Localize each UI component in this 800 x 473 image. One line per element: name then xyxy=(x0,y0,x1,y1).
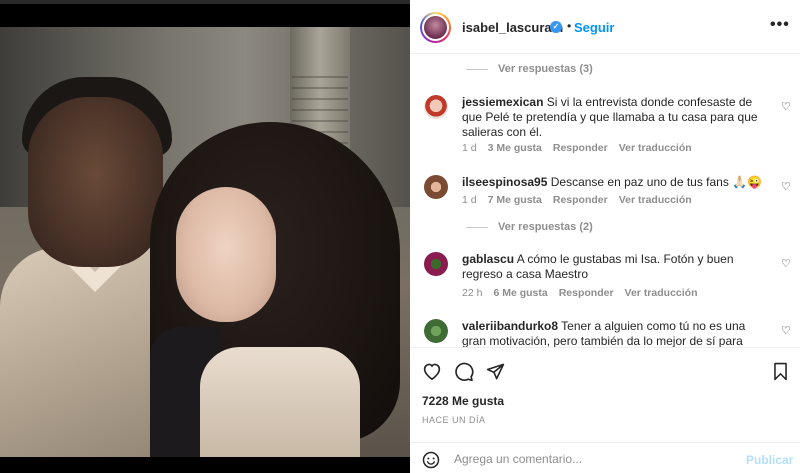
photo-man-face xyxy=(28,97,163,267)
like-comment-heart-icon[interactable]: ♡ xyxy=(781,100,791,113)
comment-time: 1 d xyxy=(462,194,477,206)
comment-meta: 1 d 3 Me gusta Responder Ver traducción xyxy=(462,142,692,154)
replies-line xyxy=(466,226,488,228)
comment-body: Descanse en paz uno de tus fans 🙏🏻😜 xyxy=(550,175,763,189)
post-header: isabel_lascurain ✓ • Seguir ••• xyxy=(410,0,800,54)
like-comment-heart-icon[interactable]: ♡ xyxy=(781,257,791,270)
comment-likes[interactable]: 6 Me gusta xyxy=(493,287,547,299)
view-replies-label: Ver respuestas (3) xyxy=(498,63,593,75)
save-bookmark-icon[interactable] xyxy=(772,362,789,386)
author-avatar-ring[interactable] xyxy=(420,12,451,43)
post-photo-area xyxy=(0,0,410,473)
comment-avatar[interactable] xyxy=(424,319,448,343)
follow-button[interactable]: Seguir xyxy=(574,20,614,35)
comment-text: gablascu A cómo le gustabas mi Isa. Fotó… xyxy=(462,252,772,282)
add-comment-bar: Publicar xyxy=(410,442,800,473)
author-username[interactable]: isabel_lascurain xyxy=(462,20,563,35)
photo-woman-top xyxy=(200,347,360,457)
comment-avatar[interactable] xyxy=(424,252,448,276)
reply-button[interactable]: Responder xyxy=(553,194,608,206)
post-time-ago: HACE UN DÍA xyxy=(422,415,486,425)
comment-meta: 22 h 6 Me gusta Responder Ver traducción xyxy=(462,287,698,299)
share-send-icon[interactable] xyxy=(486,362,505,386)
post-actions: 7228 Me gusta HACE UN DÍA Publicar xyxy=(410,347,800,473)
more-options-icon[interactable]: ••• xyxy=(770,16,790,34)
view-replies-button[interactable]: Ver respuestas (2) xyxy=(466,221,593,233)
instagram-post-view: isabel_lascurain ✓ • Seguir ••• Ver resp… xyxy=(0,0,800,473)
like-comment-heart-icon[interactable]: ♡ xyxy=(781,324,791,337)
comments-list[interactable]: Ver respuestas (3) jessiemexican Si vi l… xyxy=(410,55,800,347)
comment-text: ilseespinosa95 Descanse en paz uno de tu… xyxy=(462,175,772,190)
comment-avatar[interactable] xyxy=(424,95,448,119)
comment-username[interactable]: valeriibandurko8 xyxy=(462,319,558,333)
like-heart-icon[interactable] xyxy=(422,362,442,385)
comment-time: 22 h xyxy=(462,287,483,299)
top-strip xyxy=(0,0,410,4)
comment-username[interactable]: jessiemexican xyxy=(462,95,543,109)
replies-line xyxy=(466,68,488,70)
view-replies-label: Ver respuestas (2) xyxy=(498,221,593,233)
photo-woman-face xyxy=(176,187,276,322)
see-translation-button[interactable]: Ver traducción xyxy=(625,287,698,299)
publish-button[interactable]: Publicar xyxy=(746,453,793,467)
comment-username[interactable]: gablascu xyxy=(462,252,514,266)
emoji-icon[interactable] xyxy=(422,451,440,473)
view-replies-button[interactable]: Ver respuestas (3) xyxy=(466,63,593,75)
comment-likes[interactable]: 3 Me gusta xyxy=(488,142,542,154)
comment-meta: 1 d 7 Me gusta Responder Ver traducción xyxy=(462,194,692,206)
comment-avatar[interactable] xyxy=(424,175,448,199)
comment-likes[interactable]: 7 Me gusta xyxy=(488,194,542,206)
like-comment-heart-icon[interactable]: ♡ xyxy=(781,180,791,193)
see-translation-button[interactable]: Ver traducción xyxy=(619,194,692,206)
reply-button[interactable]: Responder xyxy=(553,142,608,154)
post-side-panel: isabel_lascurain ✓ • Seguir ••• Ver resp… xyxy=(410,0,800,473)
comment-username[interactable]: ilseespinosa95 xyxy=(462,175,547,189)
comment-bubble-icon[interactable] xyxy=(454,362,474,387)
post-photo[interactable] xyxy=(0,27,410,457)
author-avatar[interactable] xyxy=(422,14,449,41)
add-comment-input[interactable] xyxy=(454,450,734,468)
post-likes-count[interactable]: 7228 Me gusta xyxy=(422,394,504,408)
comment-text: jessiemexican Si vi la entrevista donde … xyxy=(462,95,772,140)
reply-button[interactable]: Responder xyxy=(559,287,614,299)
verified-badge-icon: ✓ xyxy=(550,21,562,33)
comment-text: valeriibandurko8 Tener a alguien como tú… xyxy=(462,319,772,347)
comment-time: 1 d xyxy=(462,142,477,154)
see-translation-button[interactable]: Ver traducción xyxy=(619,142,692,154)
header-separator: • xyxy=(567,19,572,33)
